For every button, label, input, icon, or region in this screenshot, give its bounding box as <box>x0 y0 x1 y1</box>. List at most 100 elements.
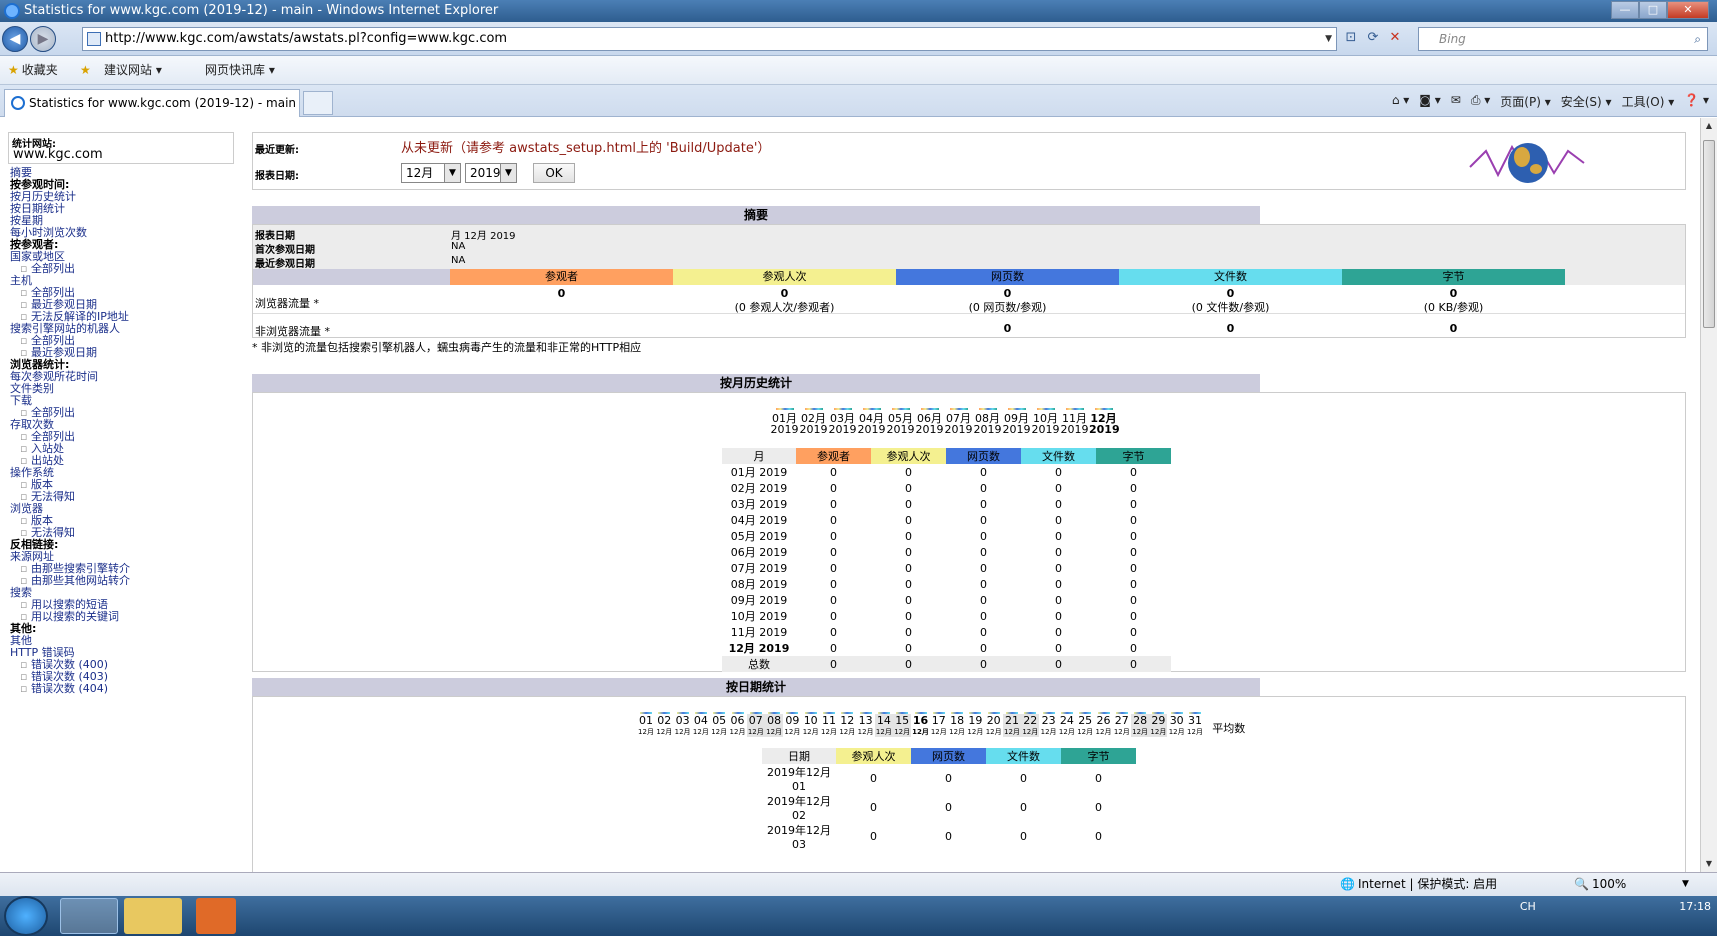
refresh-icon[interactable]: ⟳ <box>1362 27 1384 51</box>
language-indicator[interactable]: CH <box>1520 900 1536 913</box>
day-month-label: 12月 <box>1003 727 1021 737</box>
zoom-level[interactable]: 100% <box>1592 873 1626 895</box>
favorites-button[interactable]: ★ 收藏夹 <box>8 62 58 78</box>
awstats-globe-logo[interactable] <box>1468 137 1588 187</box>
day-label: 01 <box>639 714 653 727</box>
table-row: 06月 2019 0 0 0 0 0 <box>722 544 1171 560</box>
table-row: 2019年12月01 0 0 0 0 <box>762 764 1136 793</box>
day-month-label: 12月 <box>746 727 765 737</box>
cell-value: 0 <box>980 513 987 527</box>
cell-value: 0 <box>1130 593 1137 607</box>
search-icon[interactable]: ⌕ <box>1694 28 1701 50</box>
cell-value: 0 <box>830 497 837 511</box>
mail-icon[interactable]: ✉ <box>1451 93 1461 110</box>
cell-value: 0 <box>1020 801 1027 814</box>
menu-link[interactable]: 由那些其他网站转介 <box>20 574 130 587</box>
cell-value: 0 <box>980 657 987 671</box>
cell-value: 0 <box>980 625 987 639</box>
month-year-label: 2019 <box>828 423 857 436</box>
cell-value: 0 <box>830 465 837 479</box>
zoom-dropdown-icon[interactable]: ▼ <box>1682 873 1689 895</box>
day-label: 16 <box>912 714 929 727</box>
table-row: 02月 2019 0 0 0 0 0 <box>722 480 1171 496</box>
maximize-button[interactable]: □ <box>1639 1 1667 19</box>
scroll-up-icon[interactable]: ▲ <box>1701 118 1717 134</box>
add-favorite-icon[interactable]: ★ <box>80 62 94 78</box>
search-input[interactable]: Bing ⌕ <box>1418 27 1708 51</box>
tools-menu[interactable]: 工具(O) ▾ <box>1622 93 1675 110</box>
day-month-label: 12月 <box>949 728 966 736</box>
ie-logo-icon <box>4 3 20 19</box>
cell-value: 0 <box>980 481 987 495</box>
compat-view-icon[interactable]: ⊡ <box>1340 27 1362 51</box>
cell-value: 0 <box>980 561 987 575</box>
summary-col-header: 参观人次 <box>673 269 896 285</box>
monthly-heading: 按月历史统计 <box>252 374 1260 392</box>
daily-table: 日期 参观人次 网页数 文件数 字节 2019年12月01 0 0 0 0 2019年12月02 0… <box>762 748 1136 851</box>
security-zone[interactable]: Internet | 保护模式: 启用 <box>1358 873 1497 895</box>
window-title: Statistics for www.kgc.com (2019-12) - m… <box>24 3 499 18</box>
close-window-button[interactable]: ✕ <box>1667 1 1709 19</box>
cell-value: 0 <box>830 545 837 559</box>
table-row: 05月 2019 0 0 0 0 0 <box>722 528 1171 544</box>
cell-value: 0 <box>1055 625 1062 639</box>
summary-footnote: * 非浏览的流量包括搜索引擎机器人，蠕虫病毒产生的流量和非正常的HTTP相应 <box>252 341 642 354</box>
day-month-label: 12月 <box>874 727 893 737</box>
new-tab-button[interactable] <box>303 91 333 115</box>
day-label: 19 <box>968 714 983 727</box>
menu-link[interactable]: 错误次数 (404) <box>20 682 108 695</box>
row-label: 05月 2019 <box>730 530 788 543</box>
table-row: 09月 2019 0 0 0 0 0 <box>722 592 1171 608</box>
web-slice-gallery-button[interactable]: 网页快讯库 ▾ <box>205 62 275 78</box>
monthly-col-header: 网页数 <box>946 448 1021 464</box>
minimize-button[interactable]: — <box>1611 1 1639 19</box>
summary-box: 报表日期 月 12月 2019 首次参观日期 NA 最近参观日期 NA 参观者参… <box>252 224 1686 338</box>
cell-value: 0 <box>1130 513 1137 527</box>
vertical-scrollbar[interactable]: ▲ ▼ <box>1700 118 1717 872</box>
search-placeholder: Bing <box>1439 32 1466 46</box>
day-month-label: 12月 <box>1131 727 1150 737</box>
row-label: 04月 2019 <box>730 514 788 527</box>
cell-value: 0 <box>1130 577 1137 591</box>
cell-value: 0 <box>980 529 987 543</box>
day-month-label: 12月 <box>1095 728 1112 736</box>
taskbar-media-player-icon[interactable] <box>196 898 236 934</box>
forward-button[interactable]: ▶ <box>30 26 56 52</box>
scroll-down-icon[interactable]: ▼ <box>1701 856 1717 872</box>
cell-value: 0 <box>945 772 952 785</box>
stop-icon[interactable]: ✕ <box>1384 27 1406 51</box>
address-field[interactable]: http://www.kgc.com/awstats/awstats.pl?co… <box>82 27 1337 51</box>
ok-button[interactable]: OK <box>533 163 575 183</box>
suggested-sites-button[interactable]: 建议网站 ▾ <box>104 62 162 78</box>
taskbar-explorer-icon[interactable] <box>124 898 182 934</box>
summary-viewed-ratio: (0 网页数/参观) <box>968 301 1047 314</box>
page-menu[interactable]: 页面(P) ▾ <box>1500 93 1550 110</box>
day-label: 31 <box>1188 714 1202 727</box>
taskbar-ie-icon[interactable] <box>60 898 118 934</box>
day-month-label: 12月 <box>1149 727 1168 737</box>
zoom-icon[interactable]: 🔍 <box>1574 873 1589 895</box>
month-select[interactable]: 12月 ▼ <box>401 163 461 183</box>
cell-value: 0 <box>980 577 987 591</box>
back-button[interactable]: ◀ <box>2 26 28 52</box>
feeds-icon[interactable]: ◙ ▾ <box>1419 93 1440 110</box>
address-dropdown-icon[interactable]: ▼ <box>1325 28 1332 50</box>
tab-active[interactable]: Statistics for www.kgc.com (2019-12) - m… <box>4 89 300 117</box>
cell-value: 0 <box>905 529 912 543</box>
cell-value: 0 <box>830 513 837 527</box>
year-select[interactable]: 2019 ▼ <box>465 163 517 183</box>
start-button[interactable] <box>4 896 48 936</box>
print-icon[interactable]: ⎙ ▾ <box>1471 93 1490 110</box>
last-update-label: 最近更新: <box>255 145 299 156</box>
monthly-table: 月参观者 参观人次 网页数 文件数 字节 01月 2019 0 0 0 0 0 02月 2019 0 0… <box>722 448 1171 672</box>
clock[interactable]: 17:18 <box>1679 900 1711 913</box>
day-label: 04 <box>693 714 708 727</box>
summary-col-header: 字节 <box>1342 269 1565 285</box>
day-month-label: 12月 <box>912 728 929 736</box>
home-icon[interactable]: ⌂ ▾ <box>1392 93 1409 110</box>
safety-menu[interactable]: 安全(S) ▾ <box>1561 93 1612 110</box>
day-label: 08 <box>765 714 784 727</box>
row-label: 07月 2019 <box>730 562 788 575</box>
scroll-thumb[interactable] <box>1703 140 1715 328</box>
help-icon[interactable]: ❓ ▾ <box>1684 93 1709 110</box>
